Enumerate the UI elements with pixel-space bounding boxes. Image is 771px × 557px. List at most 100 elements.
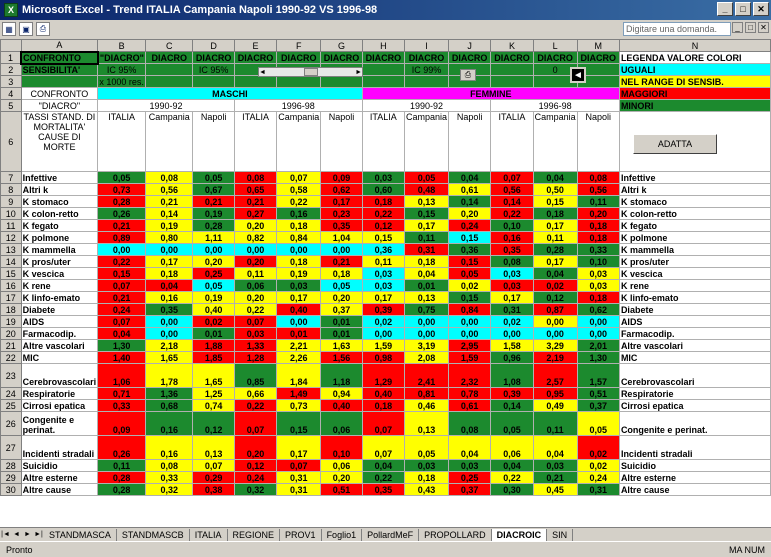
value-cell[interactable]: 0,02: [576, 435, 620, 460]
cause-label[interactable]: MIC: [20, 351, 99, 364]
first-sheet-icon[interactable]: |◄: [0, 529, 11, 540]
value-cell[interactable]: 0,03: [490, 267, 534, 280]
value-cell[interactable]: 2,32: [448, 363, 492, 388]
value-cell[interactable]: 0,17: [532, 219, 578, 232]
value-cell[interactable]: 0,28: [97, 483, 147, 496]
value-cell[interactable]: 0,04: [361, 459, 405, 472]
legend-cause-label[interactable]: K mammella: [618, 243, 771, 256]
legend-cause-label[interactable]: Altre vascolari: [618, 339, 771, 352]
row-header-28[interactable]: 28: [0, 459, 22, 472]
value-cell[interactable]: 0,31: [276, 483, 322, 496]
value-cell[interactable]: 1,25: [192, 387, 235, 400]
cell-r1-C[interactable]: DIACRO: [145, 51, 194, 64]
sheet-tab-propollard[interactable]: PROPOLLARD: [419, 528, 492, 541]
value-cell[interactable]: 0,17: [532, 255, 578, 268]
value-cell[interactable]: 0,16: [490, 231, 534, 244]
maximize-button[interactable]: □: [735, 2, 751, 16]
close-button[interactable]: ✕: [753, 2, 769, 16]
legend-cause-label[interactable]: Incidenti stradali: [618, 435, 771, 460]
value-cell[interactable]: 0,15: [403, 207, 450, 220]
legend-cause-label[interactable]: K vescica: [618, 267, 771, 280]
row-header-9[interactable]: 9: [0, 195, 22, 208]
value-cell[interactable]: 0,00: [233, 243, 278, 256]
cell-r3-A[interactable]: [20, 75, 99, 88]
value-cell[interactable]: 0,14: [448, 195, 492, 208]
value-cell[interactable]: 1,36: [145, 387, 194, 400]
value-cell[interactable]: 0,12: [233, 459, 278, 472]
value-cell[interactable]: 0,18: [403, 255, 450, 268]
value-cell[interactable]: 0,03: [361, 171, 405, 184]
cause-label[interactable]: Respiratorie: [20, 387, 99, 400]
value-cell[interactable]: 0,17: [145, 255, 194, 268]
prev-sheet-icon[interactable]: ◄: [11, 529, 22, 540]
row-header-22[interactable]: 22: [0, 351, 22, 364]
value-cell[interactable]: 0,20: [233, 291, 278, 304]
scroll-left-icon[interactable]: ◄: [259, 69, 266, 76]
value-cell[interactable]: 0,65: [233, 183, 278, 196]
value-cell[interactable]: 0,08: [448, 411, 492, 436]
cell-r1-L[interactable]: DIACRO: [532, 51, 578, 64]
value-cell[interactable]: 0,00: [576, 327, 620, 340]
value-cell[interactable]: 0,05: [192, 279, 235, 292]
value-cell[interactable]: 0,67: [192, 183, 235, 196]
value-cell[interactable]: 1,57: [576, 363, 620, 388]
value-cell[interactable]: 0,60: [361, 183, 405, 196]
value-cell[interactable]: 0,43: [403, 483, 450, 496]
cell-r5-N[interactable]: MINORI: [618, 99, 771, 112]
value-cell[interactable]: 1,40: [97, 351, 147, 364]
adatta-button[interactable]: ADATTA: [633, 134, 717, 154]
value-cell[interactable]: 0,40: [320, 399, 363, 412]
cell-r2-A[interactable]: SENSIBILITA': [20, 63, 99, 76]
cell-r3-D[interactable]: [192, 75, 235, 88]
value-cell[interactable]: 0,22: [97, 255, 147, 268]
row-header-13[interactable]: 13: [0, 243, 22, 256]
value-cell[interactable]: 1,65: [145, 351, 194, 364]
value-cell[interactable]: 0,07: [192, 459, 235, 472]
cell-r3-B[interactable]: x 1000 res.: [97, 75, 147, 88]
value-cell[interactable]: 0,00: [448, 315, 492, 328]
value-cell[interactable]: 0,15: [361, 231, 405, 244]
cell-r3-K[interactable]: [490, 75, 534, 88]
value-cell[interactable]: 0,01: [320, 315, 363, 328]
value-cell[interactable]: 0,28: [192, 219, 235, 232]
legend-cause-label[interactable]: Farmacodip.: [618, 327, 771, 340]
value-cell[interactable]: 1,11: [192, 231, 235, 244]
legend-cause-label[interactable]: K polmone: [618, 231, 771, 244]
value-cell[interactable]: 0,01: [192, 327, 235, 340]
value-cell[interactable]: 2,26: [276, 351, 322, 364]
cell-r1-A[interactable]: CONFRONTO: [20, 50, 99, 65]
cell-r4-N[interactable]: MAGGIORI: [618, 87, 771, 100]
cause-label[interactable]: Diabete: [20, 303, 99, 316]
value-cell[interactable]: 0,00: [276, 243, 322, 256]
legend-cause-label[interactable]: AIDS: [618, 315, 771, 328]
row-header-25[interactable]: 25: [0, 399, 22, 412]
value-cell[interactable]: 0,06: [320, 459, 363, 472]
value-cell[interactable]: 0,05: [448, 267, 492, 280]
value-cell[interactable]: 1,88: [192, 339, 235, 352]
value-cell[interactable]: 0,84: [276, 231, 322, 244]
value-cell[interactable]: 0,04: [145, 279, 194, 292]
cause-label[interactable]: K polmone: [20, 231, 99, 244]
row-header-29[interactable]: 29: [0, 471, 22, 484]
value-cell[interactable]: 0,06: [233, 279, 278, 292]
ask-question-input[interactable]: Digitare una domanda.: [623, 22, 731, 36]
value-cell[interactable]: 0,08: [490, 255, 534, 268]
value-cell[interactable]: 0,20: [320, 291, 363, 304]
value-cell[interactable]: 0,28: [532, 243, 578, 256]
row-header-2[interactable]: 2: [0, 63, 22, 76]
row-header-5[interactable]: 5: [0, 99, 22, 112]
value-cell[interactable]: 0,16: [145, 435, 194, 460]
minimize-button[interactable]: _: [717, 2, 733, 16]
column-header-M[interactable]: M: [576, 39, 620, 52]
value-cell[interactable]: 0,03: [361, 279, 405, 292]
value-cell[interactable]: 0,61: [448, 183, 492, 196]
legend-cause-label[interactable]: K stomaco: [618, 195, 771, 208]
value-cell[interactable]: 0,07: [97, 315, 147, 328]
value-cell[interactable]: 0,07: [361, 411, 405, 436]
value-cell[interactable]: 0,33: [97, 399, 147, 412]
value-cell[interactable]: 0,30: [490, 483, 534, 496]
cell-r4-A[interactable]: CONFRONTO: [20, 87, 99, 100]
value-cell[interactable]: 0,50: [532, 183, 578, 196]
value-cell[interactable]: 0,38: [192, 483, 235, 496]
value-cell[interactable]: 1,30: [576, 351, 620, 364]
